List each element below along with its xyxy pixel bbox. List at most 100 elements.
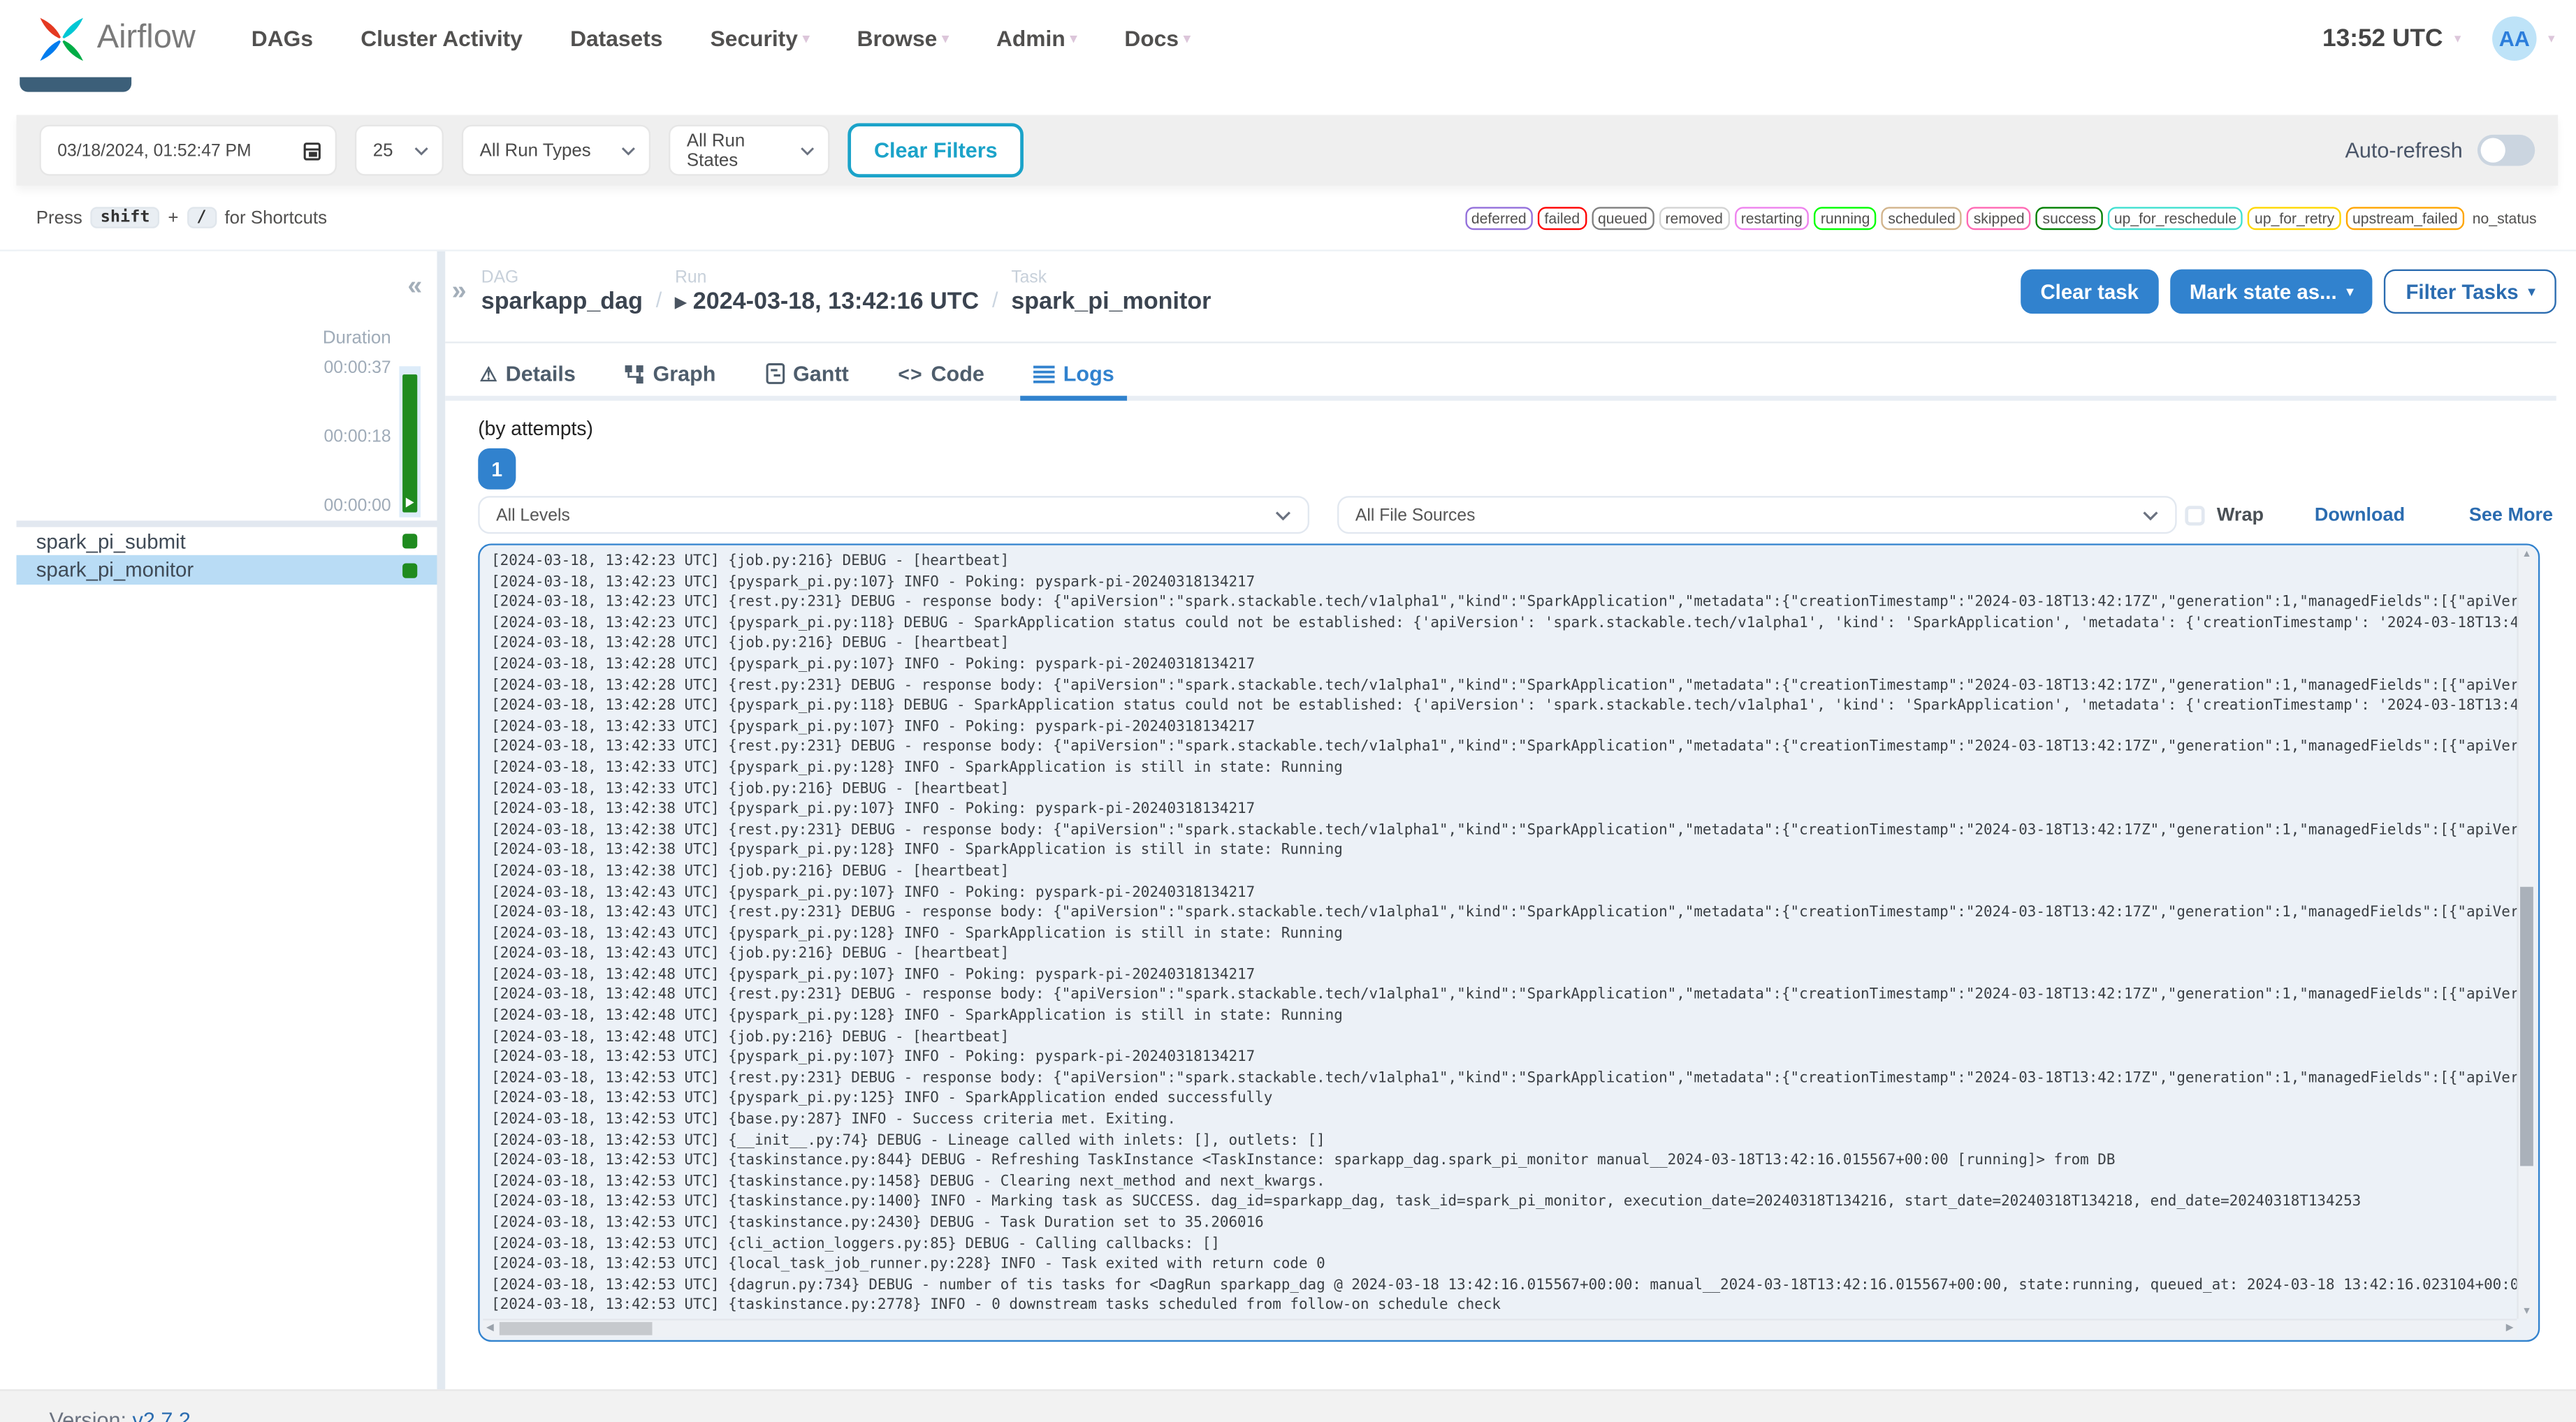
nav-browse[interactable]: Browse ▾: [857, 27, 949, 51]
tab-logs[interactable]: Logs: [1020, 350, 1128, 401]
main-nav: DAGs Cluster Activity Datasets Security ▾…: [252, 27, 1191, 51]
state-badge[interactable]: no_status: [2469, 207, 2540, 228]
clock-display[interactable]: 13:52 UTC: [2322, 24, 2443, 52]
tab-details[interactable]: ⚠ Details: [467, 350, 589, 401]
nav-docs[interactable]: Docs ▾: [1124, 27, 1190, 51]
state-badge[interactable]: success: [2036, 206, 2103, 230]
base-date-input[interactable]: 03/18/2024, 01:52:47 PM: [39, 124, 337, 176]
slash-key-badge: /: [187, 207, 217, 228]
tab-graph[interactable]: Graph: [612, 350, 729, 401]
mark-state-button[interactable]: Mark state as... ▾: [2169, 269, 2373, 314]
chevron-down-icon[interactable]: ▾: [2454, 31, 2461, 46]
log-line: [2024-03-18, 13:42:23 UTC] {job.py:216} …: [491, 553, 1010, 570]
task-row-spark-pi-submit[interactable]: spark_pi_submit: [16, 527, 437, 555]
log-content: [2024-03-18, 13:42:23 UTC] {job.py:216} …: [491, 552, 2519, 1320]
auto-refresh-toggle[interactable]: [2477, 134, 2535, 166]
nav-datasets[interactable]: Datasets: [570, 27, 662, 51]
nav-dags[interactable]: DAGs: [252, 27, 313, 51]
nav-cluster-activity[interactable]: Cluster Activity: [361, 27, 523, 51]
task-link[interactable]: spark_pi_monitor: [1011, 289, 1211, 316]
log-line: [2024-03-18, 13:42:43 UTC] {rest.py:231}…: [491, 904, 2519, 922]
list-icon: [1033, 364, 1056, 383]
chevron-down-icon[interactable]: ▾: [2548, 31, 2554, 46]
log-viewer: [2024-03-18, 13:42:23 UTC] {job.py:216} …: [478, 543, 2540, 1342]
tab-code[interactable]: <> Code: [885, 350, 998, 401]
chevron-down-icon: ▾: [1184, 31, 1191, 46]
wrap-checkbox[interactable]: [2185, 505, 2206, 525]
page-size-select[interactable]: 25: [354, 124, 444, 176]
task-row-spark-pi-monitor[interactable]: spark_pi_monitor: [16, 555, 437, 585]
filter-tasks-button[interactable]: Filter Tasks ▾: [2384, 269, 2556, 314]
chevron-down-icon: [414, 146, 428, 155]
avatar[interactable]: AA: [2492, 16, 2537, 61]
horizontal-scrollbar[interactable]: ◀ ▶: [483, 1319, 2517, 1337]
state-legend: deferred failed queued removed restartin…: [1464, 206, 2540, 230]
state-badge[interactable]: scheduled: [1881, 206, 1963, 230]
nav-security[interactable]: Security ▾: [711, 27, 810, 51]
scroll-right-icon[interactable]: ▶: [2506, 1322, 2514, 1333]
log-line: [2024-03-18, 13:42:53 UTC] {base.py:287}…: [491, 1111, 1177, 1129]
nav-admin[interactable]: Admin ▾: [996, 27, 1077, 51]
scroll-left-icon[interactable]: ◀: [486, 1322, 494, 1333]
horizontal-scroll-thumb[interactable]: [499, 1321, 653, 1335]
run-duration-bar[interactable]: [402, 374, 418, 513]
state-badge[interactable]: running: [1814, 206, 1877, 230]
state-badge[interactable]: deferred: [1464, 206, 1534, 230]
log-line: [2024-03-18, 13:42:28 UTC] {job.py:216} …: [491, 636, 1010, 653]
run-states-select[interactable]: All Run States: [669, 124, 830, 176]
log-line: [2024-03-18, 13:42:53 UTC] {taskinstance…: [491, 1153, 2116, 1170]
chevron-down-icon: [1275, 511, 1291, 520]
log-line: [2024-03-18, 13:42:48 UTC] {rest.py:231}…: [491, 988, 2519, 1004]
run-header: » DAG sparkapp_dag / Run ▶ 2024-03-18, 1…: [452, 267, 2556, 315]
state-badge[interactable]: skipped: [1967, 206, 2032, 230]
state-badge[interactable]: failed: [1538, 206, 1587, 230]
expand-panel-icon[interactable]: »: [452, 277, 467, 305]
state-badge[interactable]: queued: [1591, 206, 1654, 230]
log-line: [2024-03-18, 13:42:48 UTC] {job.py:216} …: [491, 1029, 1010, 1046]
navbar: Airflow DAGs Cluster Activity Datasets S…: [0, 0, 2576, 78]
version-link[interactable]: v2.7.2: [133, 1407, 191, 1422]
log-line: [2024-03-18, 13:42:53 UTC] {cli_action_l…: [491, 1236, 1220, 1253]
log-line: [2024-03-18, 13:42:53 UTC] {dagrun.py:73…: [491, 1277, 2519, 1294]
download-log-link[interactable]: Download: [2315, 505, 2405, 525]
vertical-scroll-thumb[interactable]: [2520, 886, 2533, 1166]
run-types-select[interactable]: All Run Types: [461, 124, 651, 176]
log-line: [2024-03-18, 13:42:43 UTC] {pyspark_pi.p…: [491, 925, 1343, 942]
log-filter-row: All Levels All File Sources Wrap Downloa…: [478, 496, 2556, 534]
scroll-up-icon[interactable]: ▲: [2519, 550, 2535, 560]
log-line: [2024-03-18, 13:42:33 UTC] {job.py:216} …: [491, 781, 1010, 798]
log-line: [2024-03-18, 13:42:43 UTC] {job.py:216} …: [491, 946, 1010, 963]
vertical-scrollbar[interactable]: ▲ ▼: [2517, 548, 2535, 1319]
dag-link[interactable]: sparkapp_dag: [481, 289, 643, 316]
state-badge[interactable]: removed: [1659, 206, 1730, 230]
attempt-1-button[interactable]: 1: [478, 448, 516, 490]
run-link[interactable]: ▶ 2024-03-18, 13:42:16 UTC: [675, 289, 979, 316]
log-line: [2024-03-18, 13:42:33 UTC] {pyspark_pi.p…: [491, 719, 1256, 735]
log-level-select[interactable]: All Levels: [478, 496, 1310, 534]
scroll-down-icon[interactable]: ▼: [2519, 1307, 2535, 1317]
breadcrumb-task: Task spark_pi_monitor: [1011, 267, 1211, 316]
log-line: [2024-03-18, 13:42:28 UTC] {rest.py:231}…: [491, 677, 2519, 694]
clear-task-button[interactable]: Clear task: [2021, 269, 2159, 314]
collapse-panel-icon[interactable]: «: [407, 274, 422, 301]
duration-tick: 00:00:37: [323, 358, 391, 378]
attempts-label: (by attempts): [478, 417, 593, 441]
task-status-square-success[interactable]: [402, 534, 418, 549]
breadcrumb: DAG sparkapp_dag / Run ▶ 2024-03-18, 13:…: [481, 267, 1211, 315]
gantt-icon: [765, 363, 785, 385]
task-status-square-success[interactable]: [402, 562, 418, 578]
see-more-link[interactable]: See More: [2469, 505, 2553, 525]
log-source-select[interactable]: All File Sources: [1337, 496, 2177, 534]
breadcrumb-run: Run ▶ 2024-03-18, 13:42:16 UTC: [675, 267, 980, 316]
wrap-group: Wrap: [2185, 505, 2264, 525]
grid-sidebar: « Duration 00:00:37 00:00:18 00:00:00 sp…: [16, 251, 446, 1390]
chevron-down-icon: [621, 146, 635, 155]
state-badge[interactable]: restarting: [1734, 206, 1810, 230]
clear-filters-button[interactable]: Clear Filters: [847, 123, 1024, 177]
state-badge[interactable]: up_for_retry: [2248, 206, 2341, 230]
chevron-down-icon: ▾: [942, 31, 949, 46]
state-badge[interactable]: up_for_reschedule: [2107, 206, 2243, 230]
tab-gantt[interactable]: Gantt: [752, 350, 861, 401]
state-badge[interactable]: upstream_failed: [2345, 206, 2465, 230]
airflow-brand[interactable]: Airflow: [36, 10, 196, 66]
